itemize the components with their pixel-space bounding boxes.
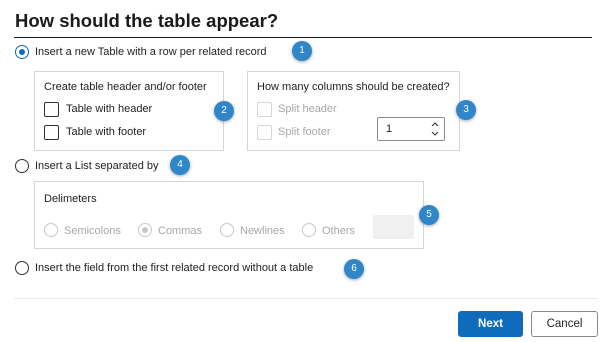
checkbox-split-header[interactable] [257,102,272,117]
checkbox-split-footer-label[interactable]: Split footer [278,126,331,138]
callout-badge-2: 2 [214,101,234,121]
radio-semicolons[interactable] [44,223,58,237]
radio-insert-table[interactable] [15,45,29,59]
others-delimiter-input[interactable] [373,215,414,239]
radio-commas-label[interactable]: Commas [158,225,202,237]
checkbox-table-with-footer[interactable] [44,125,59,140]
radio-insert-list-label[interactable]: Insert a List separated by [35,160,159,172]
radio-insert-field[interactable] [15,261,29,275]
columns-count-stepper[interactable]: 1 [377,117,445,141]
page-title: How should the table appear? [15,10,279,31]
columns-count-value: 1 [386,123,393,135]
radio-insert-list[interactable] [15,159,29,173]
radio-others-label[interactable]: Others [322,225,355,237]
delimiters-group-title: Delimeters [44,193,97,205]
radio-newlines-label[interactable]: Newlines [240,225,285,237]
callout-badge-3: 3 [456,100,476,120]
stepper-arrows-icon[interactable] [430,119,440,139]
next-button[interactable]: Next [458,311,523,337]
callout-badge-1: 1 [292,41,312,61]
checkbox-split-footer[interactable] [257,125,272,140]
title-divider [14,37,592,38]
radio-insert-field-label[interactable]: Insert the field from the first related … [35,262,313,274]
columns-group-title: How many columns should be created? [257,81,450,93]
radio-commas[interactable] [138,223,152,237]
callout-badge-5: 5 [419,205,439,225]
footer-divider [14,298,598,299]
delimiters-group [34,181,424,249]
checkbox-split-header-label[interactable]: Split header [278,103,337,115]
radio-semicolons-label[interactable]: Semicolons [64,225,121,237]
radio-insert-table-label[interactable]: Insert a new Table with a row per relate… [35,46,267,58]
callout-badge-4: 4 [170,155,190,175]
callout-badge-6: 6 [344,259,364,279]
header-footer-group-title: Create table header and/or footer [44,81,207,93]
radio-others[interactable] [302,223,316,237]
checkbox-table-with-header-label[interactable]: Table with header [66,103,152,115]
radio-newlines[interactable] [220,223,234,237]
checkbox-table-with-header[interactable] [44,102,59,117]
checkbox-table-with-footer-label[interactable]: Table with footer [66,126,146,138]
cancel-button[interactable]: Cancel [531,311,598,337]
